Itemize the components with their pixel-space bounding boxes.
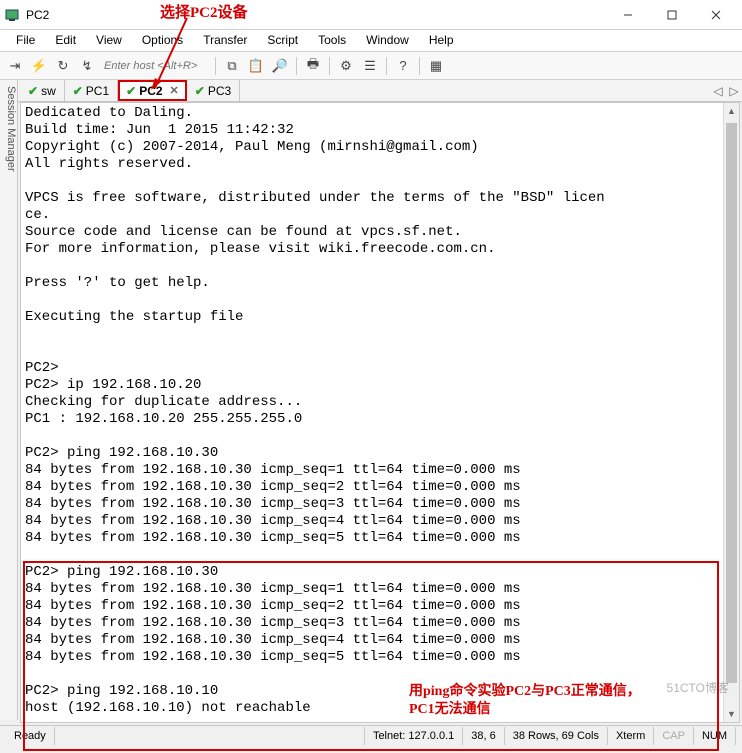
host-input[interactable] [100,56,210,76]
scrollbar[interactable]: ▲ ▼ [723,103,739,722]
menu-script[interactable]: Script [257,30,308,51]
settings-icon[interactable]: ⚙ [335,55,357,77]
help-icon[interactable]: ? [392,55,414,77]
menu-window[interactable]: Window [356,30,419,51]
check-icon: ✔ [126,84,136,98]
status-caps: CAP [654,727,694,745]
tab-strip: ✔ sw ✔ PC1 ✔ PC2 ✕ ✔ PC3 ◁ ▷ [0,80,742,102]
status-ready: Ready [6,727,55,745]
find-icon[interactable]: 🔎 [269,55,291,77]
toolbar: ⇥ ⚡ ↻ ↯ ⧉ 📋 🔎 🖶 ⚙ ☰ ? ▦ [0,52,742,80]
tab-pc1[interactable]: ✔ PC1 [65,80,118,101]
check-icon: ✔ [73,84,83,98]
connect-icon[interactable]: ⇥ [4,55,26,77]
new-tab-icon[interactable]: ▦ [425,55,447,77]
separator [215,57,216,75]
minimize-button[interactable] [606,1,650,29]
menu-view[interactable]: View [86,30,132,51]
close-icon[interactable]: ✕ [170,84,179,97]
tab-label: PC1 [86,84,109,98]
tab-label: PC2 [139,84,162,98]
tab-label: PC3 [208,84,231,98]
tab-pc3[interactable]: ✔ PC3 [187,80,240,101]
scroll-up-icon[interactable]: ▲ [724,103,739,119]
status-term: Xterm [608,727,654,745]
reconnect-icon[interactable]: ↻ [52,55,74,77]
maximize-button[interactable] [650,1,694,29]
session-options-icon[interactable]: ☰ [359,55,381,77]
menu-file[interactable]: File [6,30,45,51]
separator [419,57,420,75]
close-button[interactable] [694,1,738,29]
print-icon[interactable]: 🖶 [302,55,324,77]
scroll-down-icon[interactable]: ▼ [724,706,739,722]
status-num: NUM [694,727,736,745]
app-icon [4,7,20,23]
tab-next-icon[interactable]: ▷ [726,84,742,98]
separator [296,57,297,75]
quick-connect-icon[interactable]: ⚡ [28,55,50,77]
paste-icon[interactable]: 📋 [245,55,267,77]
tab-sw[interactable]: ✔ sw [20,80,65,101]
session-manager-panel[interactable]: Session Manager [0,80,18,720]
terminal-output[interactable]: Dedicated to Daling. Build time: Jun 1 2… [21,103,739,753]
terminal-pane[interactable]: Dedicated to Daling. Build time: Jun 1 2… [20,102,740,723]
tab-pc2[interactable]: ✔ PC2 ✕ [118,80,187,101]
menu-help[interactable]: Help [419,30,464,51]
copy-icon[interactable]: ⧉ [221,55,243,77]
disconnect-icon[interactable]: ↯ [76,55,98,77]
check-icon: ✔ [28,84,38,98]
status-cursor: 38, 6 [463,727,504,745]
status-size: 38 Rows, 69 Cols [505,727,608,745]
menu-tools[interactable]: Tools [308,30,356,51]
separator [386,57,387,75]
menubar: File Edit View Options Transfer Script T… [0,30,742,52]
separator [329,57,330,75]
menu-edit[interactable]: Edit [45,30,86,51]
window-title: PC2 [26,8,606,22]
status-telnet: Telnet: 127.0.0.1 [365,727,463,745]
check-icon: ✔ [195,84,205,98]
menu-options[interactable]: Options [132,30,193,51]
status-bar: Ready Telnet: 127.0.0.1 38, 6 38 Rows, 6… [0,725,742,745]
menu-transfer[interactable]: Transfer [193,30,257,51]
tab-label: sw [41,84,56,98]
tab-prev-icon[interactable]: ◁ [710,84,726,98]
watermark: 51CTO博客 [667,679,729,696]
scroll-thumb[interactable] [726,123,737,683]
annotation-ping-note: 用ping命令实验PC2与PC3正常通信， PC1无法通信 [409,683,641,719]
